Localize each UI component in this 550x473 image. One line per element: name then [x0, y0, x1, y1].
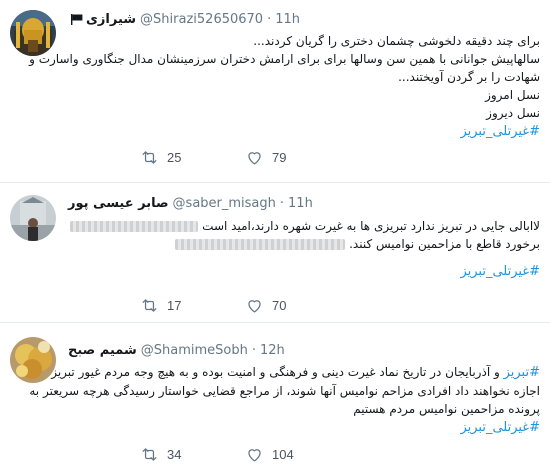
tweet-text: لاابالی جایی در تبریز ندارد تبریزی ها به… — [68, 217, 540, 281]
like-button[interactable]: 104 — [245, 445, 335, 464]
tweet-line: برای چند دقیقه دلخوشی چشمان دختری را گری… — [253, 34, 540, 48]
retweet-count: 17 — [167, 297, 182, 313]
tweet-text: برای چند دقیقه دلخوشی چشمان دختری را گری… — [29, 32, 540, 141]
tweet-line: نسل دیروز — [486, 106, 540, 120]
separator-dot: · — [251, 342, 256, 358]
retweet-count: 25 — [167, 149, 182, 165]
display-name[interactable]: صابر عیسی پور — [68, 196, 169, 211]
retweet-icon — [142, 298, 157, 312]
tweet-actions: 17 70 — [140, 295, 335, 315]
hashtag-link[interactable]: #غیرتلی_تبریز — [460, 124, 540, 139]
tweet-header: شیرازی @Shirazi52650670 · 11h — [68, 9, 540, 29]
tweet-header: شمیم صبح @ShamimeSobh · 12h — [68, 340, 540, 360]
tweet-line: لاابالی جایی در تبریز ندارد تبریزی ها به… — [202, 219, 540, 233]
user-handle[interactable]: @saber_misagh — [173, 196, 276, 211]
separator-dot: · — [267, 11, 272, 27]
timestamp[interactable]: 11h — [275, 12, 300, 27]
user-handle[interactable]: @Shirazi52650670 — [140, 12, 263, 27]
tweet[interactable]: شیرازی @Shirazi52650670 · 11h برای چند د… — [0, 0, 550, 181]
tweet[interactable]: شمیم صبح @ShamimeSobh · 12h #تبریز و آذر… — [0, 322, 550, 473]
tweet[interactable]: صابر عیسی پور @saber_misagh · 11h لاابال… — [0, 182, 550, 321]
like-count: 104 — [272, 446, 294, 462]
heart-icon — [248, 151, 261, 164]
tweet-line: پرونده مزاحمین نوامیس مردم هستیم — [353, 402, 540, 416]
flag-icon — [71, 13, 83, 25]
retweet-count: 34 — [167, 446, 182, 462]
user-handle[interactable]: @ShamimeSobh — [141, 343, 248, 358]
tweet-actions: 34 104 — [140, 444, 335, 464]
tweet-line: نسل امروز — [485, 88, 540, 102]
display-name[interactable]: شمیم صبح — [68, 343, 137, 358]
redacted-text — [70, 221, 199, 232]
tweet-line: و آذربایجان در تاریخ نماد غیرت دینی و فر… — [51, 365, 500, 379]
retweet-icon — [142, 150, 157, 164]
hashtag-link[interactable]: #غیرتلی_تبریز — [460, 264, 540, 279]
separator-dot: · — [279, 195, 285, 211]
tweet-line: برخورد قاطع با مزاحمین نوامیس کنند. — [349, 237, 540, 251]
tweet-text: #تبریز و آذربایجان در تاریخ نماد غیرت دی… — [29, 363, 540, 437]
retweet-button[interactable]: 34 — [140, 445, 230, 464]
hashtag-link[interactable]: #تبریز — [504, 365, 540, 380]
retweet-button[interactable]: 17 — [140, 296, 230, 315]
retweet-button[interactable]: 25 — [140, 148, 230, 167]
avatar[interactable] — [10, 195, 56, 241]
hashtag-link[interactable]: #غیرتلی_تبریز — [460, 420, 540, 435]
heart-icon — [248, 299, 261, 312]
tweet-line: شهادت را بر گردن آویختند... — [398, 70, 540, 84]
like-count: 79 — [272, 149, 287, 165]
avatar[interactable] — [10, 337, 56, 383]
timestamp[interactable]: 12h — [260, 343, 285, 358]
tweet-header: صابر عیسی پور @saber_misagh · 11h — [68, 193, 540, 213]
redacted-text — [175, 239, 346, 250]
tweet-line: اجازه نخواهند داد افرادی مزاحم نوامیس آن… — [29, 384, 540, 398]
timestamp[interactable]: 11h — [288, 196, 313, 211]
heart-icon — [248, 448, 261, 461]
display-name[interactable]: شیرازی — [86, 12, 136, 27]
like-button[interactable]: 70 — [245, 296, 335, 315]
like-button[interactable]: 79 — [245, 148, 335, 167]
like-count: 70 — [272, 297, 287, 313]
tweet-actions: 25 79 — [140, 147, 335, 167]
tweet-line: سالهاپیش جوانانی با همین سن وسالها برای … — [29, 52, 540, 66]
retweet-icon — [142, 447, 157, 461]
